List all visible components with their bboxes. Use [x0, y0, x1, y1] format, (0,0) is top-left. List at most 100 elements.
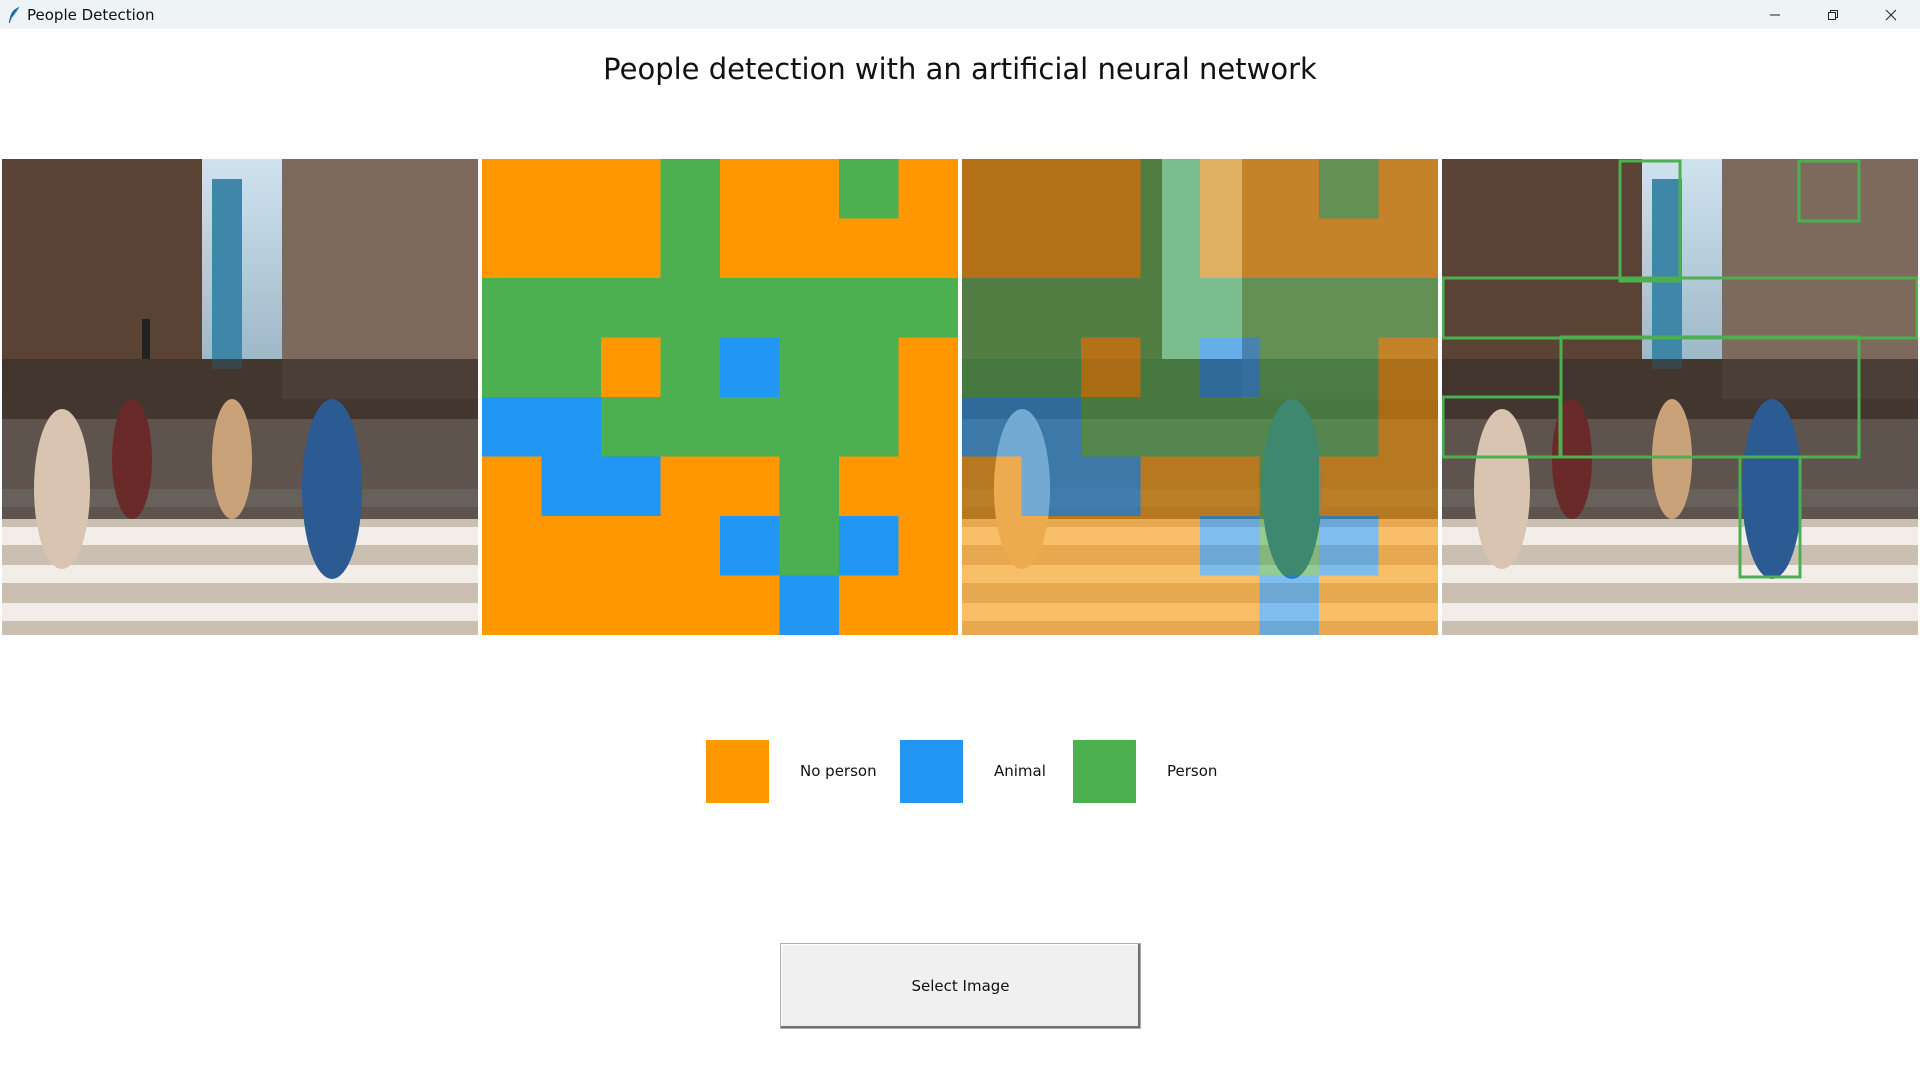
grid-cell — [1081, 456, 1141, 517]
grid-cell — [1021, 516, 1082, 576]
grid-cell — [720, 575, 780, 635]
grid-cell — [898, 575, 958, 635]
grid-cell — [601, 516, 661, 576]
grid-cell — [660, 159, 721, 219]
grid-cell — [1081, 218, 1141, 279]
grid-cell — [1319, 218, 1379, 279]
grid-cell — [1319, 575, 1379, 635]
restore-button[interactable] — [1804, 0, 1862, 29]
grid-cell — [720, 516, 780, 576]
grid-cell — [1140, 159, 1201, 219]
grid-cell — [482, 575, 542, 635]
select-image-button[interactable]: Select Image — [780, 943, 1141, 1029]
grid-cell — [779, 159, 840, 219]
grid-cell — [1200, 575, 1260, 635]
grid-cell — [779, 278, 840, 338]
grid-cell — [1021, 278, 1082, 338]
grid-cell — [1140, 575, 1201, 635]
grid-cell — [541, 159, 602, 219]
grid-cell — [1200, 516, 1260, 576]
grid-cell — [482, 456, 542, 517]
grid-cell — [1021, 337, 1082, 398]
feather-icon — [4, 5, 24, 25]
grid-cell — [601, 337, 661, 398]
legend-swatch-animal — [900, 740, 963, 803]
grid-cell — [962, 575, 1022, 635]
classification-grid-panel — [482, 159, 958, 635]
grid-cell — [1200, 159, 1260, 219]
grid-cell — [898, 337, 958, 398]
grid-cell — [1378, 516, 1438, 576]
grid-cell — [720, 397, 780, 457]
grid-cell — [1021, 159, 1082, 219]
minimize-button[interactable] — [1746, 0, 1804, 29]
grid-cell — [601, 218, 661, 279]
grid-cell — [839, 218, 899, 279]
window-title: People Detection — [27, 5, 155, 24]
grid-cell — [601, 159, 661, 219]
grid-cell — [779, 337, 840, 398]
grid-cell — [1319, 516, 1379, 576]
grid-cell — [601, 456, 661, 517]
grid-cell — [962, 456, 1022, 517]
grid-cell — [1378, 218, 1438, 279]
grid-cell — [720, 278, 780, 338]
grid-cell — [1319, 337, 1379, 398]
grid-cell — [601, 397, 661, 457]
grid-cell — [1200, 337, 1260, 398]
grid-cell — [660, 456, 721, 517]
grid-cell — [660, 278, 721, 338]
grid-cell — [1259, 575, 1320, 635]
grid-cell — [660, 337, 721, 398]
grid-cell — [1259, 456, 1320, 517]
grid-cell — [1259, 159, 1320, 219]
grid-cell — [1319, 159, 1379, 219]
legend-swatch-no-person — [706, 740, 769, 803]
grid-cell — [898, 278, 958, 338]
street-photo — [2, 159, 478, 635]
grid-cell — [1140, 456, 1201, 517]
grid-cell — [1140, 218, 1201, 279]
detection-image-panel — [1442, 159, 1918, 635]
grid-cell — [1021, 575, 1082, 635]
grid-cell — [541, 397, 602, 457]
grid-cell — [1081, 516, 1141, 576]
grid-cell — [482, 337, 542, 398]
legend-label-person: Person — [1167, 762, 1218, 780]
grid-cell — [601, 278, 661, 338]
grid-cell — [1021, 456, 1082, 517]
grid-cell — [541, 516, 602, 576]
grid-cell — [482, 218, 542, 279]
input-image-panel — [2, 159, 478, 635]
grid-cell — [898, 516, 958, 576]
grid-cell — [1081, 397, 1141, 457]
grid-cell — [1259, 516, 1320, 576]
grid-cell — [720, 159, 780, 219]
grid-cell — [1378, 159, 1438, 219]
grid-cell — [898, 159, 958, 219]
grid-cell — [1081, 575, 1141, 635]
grid-cell — [1378, 456, 1438, 517]
grid-cell — [1200, 278, 1260, 338]
restore-icon — [1828, 9, 1838, 20]
grid-cell — [1021, 218, 1082, 279]
grid-cell — [839, 159, 899, 219]
grid-cell — [720, 456, 780, 517]
grid-cell — [962, 337, 1022, 398]
close-icon — [1885, 9, 1897, 20]
grid-cell — [962, 397, 1022, 457]
grid-cell — [482, 397, 542, 457]
grid-cell — [1200, 397, 1260, 457]
grid-cell — [1081, 278, 1141, 338]
grid-cell — [541, 278, 602, 338]
grid-cell — [898, 397, 958, 457]
grid-cell — [898, 218, 958, 279]
close-button[interactable] — [1862, 0, 1920, 29]
grid-cell — [1200, 218, 1260, 279]
grid-cell — [541, 218, 602, 279]
grid-cell — [962, 516, 1022, 576]
grid-cell — [1021, 397, 1082, 457]
grid-cell — [1259, 278, 1320, 338]
overlay-photo — [962, 159, 1438, 635]
classification-grid — [482, 159, 958, 635]
